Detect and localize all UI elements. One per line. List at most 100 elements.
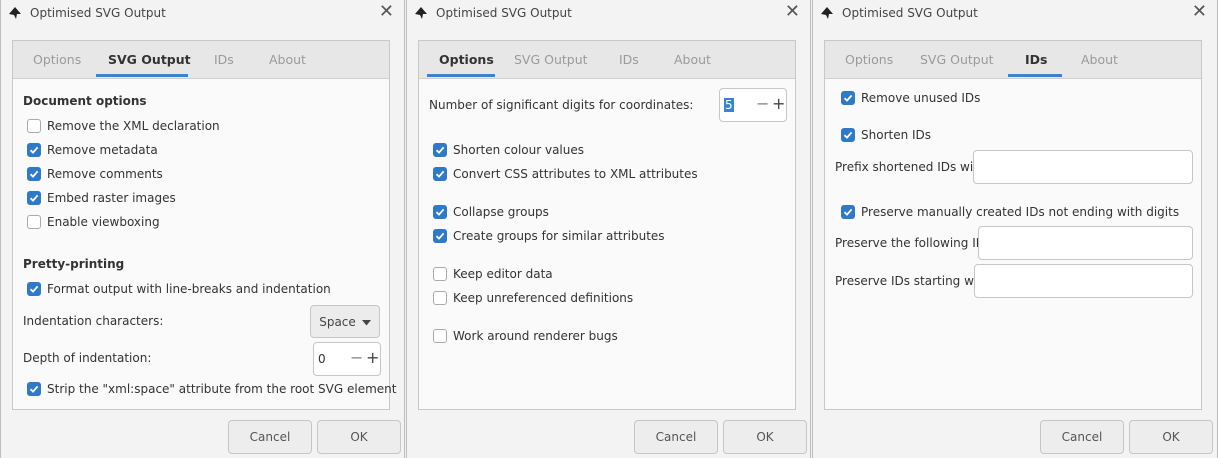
increment-button[interactable]: + <box>772 94 785 113</box>
checkbox-box[interactable] <box>433 229 447 243</box>
digits-spinbutton[interactable]: 5 − + <box>719 88 787 122</box>
depth-value[interactable]: 0 <box>318 352 326 366</box>
remove-metadata-checkbox[interactable]: Remove metadata <box>27 143 158 157</box>
tab-options[interactable]: Options <box>33 52 81 67</box>
checkbox-box[interactable] <box>433 205 447 219</box>
preserve-manual-ids-checkbox[interactable]: Preserve manually created IDs not ending… <box>841 205 1179 219</box>
tab-svg-output[interactable]: SVG Output <box>514 52 588 67</box>
tab-bar: Options SVG Output IDs About <box>419 41 795 79</box>
pretty-printing-header: Pretty-printing <box>23 257 125 271</box>
digits-label: Number of significant digits for coordin… <box>429 98 694 112</box>
caret-down-icon <box>361 315 371 329</box>
checkbox-box[interactable] <box>27 282 41 296</box>
close-icon[interactable]: ✕ <box>785 3 800 21</box>
window-title: Optimised SVG Output <box>436 6 572 20</box>
title-bar: Optimised SVG Output ✕ <box>1 0 404 26</box>
dialog-ids-tab: Optimised SVG Output ✕ Options SVG Outpu… <box>812 0 1218 458</box>
cancel-button[interactable]: Cancel <box>634 420 718 454</box>
preserve-starting-input[interactable] <box>974 264 1193 298</box>
embed-raster-images-checkbox[interactable]: Embed raster images <box>27 191 176 205</box>
window-title: Optimised SVG Output <box>842 6 978 20</box>
tab-bar: Options SVG Output IDs About <box>825 41 1201 79</box>
inkscape-icon <box>8 6 22 20</box>
checkmark-icon <box>29 285 39 293</box>
checkbox-box[interactable] <box>841 205 855 219</box>
preserve-following-input[interactable] <box>978 226 1193 260</box>
ok-button[interactable]: OK <box>723 420 807 454</box>
checkbox-label: Convert CSS attributes to XML attributes <box>453 167 698 181</box>
checkbox-box[interactable] <box>433 167 447 181</box>
keep-unreferenced-checkbox[interactable]: Keep unreferenced definitions <box>433 291 633 305</box>
title-bar: Optimised SVG Output ✕ <box>813 0 1217 26</box>
tab-svg-output[interactable]: SVG Output <box>920 52 994 67</box>
checkbox-label: Keep editor data <box>453 267 553 281</box>
cancel-button[interactable]: Cancel <box>228 420 312 454</box>
checkbox-box[interactable] <box>27 143 41 157</box>
checkbox-label: Enable viewboxing <box>47 215 160 229</box>
ok-button[interactable]: OK <box>1129 420 1213 454</box>
checkbox-box[interactable] <box>27 167 41 181</box>
checkbox-box[interactable] <box>841 128 855 142</box>
depth-label: Depth of indentation: <box>23 351 152 365</box>
checkbox-box[interactable] <box>433 291 447 305</box>
create-groups-checkbox[interactable]: Create groups for similar attributes <box>433 229 665 243</box>
checkbox-box[interactable] <box>27 119 41 133</box>
checkbox-box[interactable] <box>433 329 447 343</box>
format-output-checkbox[interactable]: Format output with line-breaks and inden… <box>27 282 331 296</box>
tab-ids[interactable]: IDs <box>214 52 234 67</box>
checkbox-label: Shorten colour values <box>453 143 585 157</box>
tab-ids[interactable]: IDs <box>619 52 639 67</box>
checkbox-label: Collapse groups <box>453 205 549 219</box>
tab-bar: Options SVG Output IDs About <box>13 41 389 79</box>
renderer-bugs-checkbox[interactable]: Work around renderer bugs <box>433 329 618 343</box>
remove-comments-checkbox[interactable]: Remove comments <box>27 167 163 181</box>
checkbox-label: Preserve manually created IDs not ending… <box>861 205 1180 219</box>
checkmark-icon <box>435 232 445 240</box>
remove-xml-declaration-checkbox[interactable]: Remove the XML declaration <box>27 119 220 133</box>
checkbox-box[interactable] <box>27 382 41 396</box>
checkbox-box[interactable] <box>433 267 447 281</box>
checkmark-icon <box>843 131 853 139</box>
keep-editor-data-checkbox[interactable]: Keep editor data <box>433 267 553 281</box>
tab-about[interactable]: About <box>269 52 306 67</box>
checkbox-label: Strip the "xml:space" attribute from the… <box>47 382 397 396</box>
prefix-label: Prefix shortened IDs with: <box>835 160 990 174</box>
decrement-button[interactable]: − <box>350 348 363 367</box>
checkbox-box[interactable] <box>27 191 41 205</box>
shorten-ids-checkbox[interactable]: Shorten IDs <box>841 128 931 142</box>
checkbox-box[interactable] <box>433 143 447 157</box>
depth-spinbutton[interactable]: 0 − + <box>313 342 381 376</box>
digits-value[interactable]: 5 <box>724 98 734 112</box>
checkbox-box[interactable] <box>27 215 41 229</box>
checkmark-icon <box>29 385 39 393</box>
tab-ids[interactable]: IDs <box>1025 52 1047 67</box>
convert-css-checkbox[interactable]: Convert CSS attributes to XML attributes <box>433 167 698 181</box>
tab-about[interactable]: About <box>674 52 711 67</box>
preserve-starting-label: Preserve IDs starting with: <box>835 274 994 288</box>
ok-button[interactable]: OK <box>317 420 401 454</box>
prefix-input[interactable] <box>973 150 1193 184</box>
active-tab-indicator <box>427 74 495 77</box>
enable-viewboxing-checkbox[interactable]: Enable viewboxing <box>27 215 160 229</box>
tab-about[interactable]: About <box>1081 52 1118 67</box>
checkmark-icon <box>29 194 39 202</box>
tab-options[interactable]: Options <box>439 52 494 67</box>
dropdown-value: Space <box>319 314 356 329</box>
decrement-button[interactable]: − <box>756 94 769 113</box>
tab-options[interactable]: Options <box>845 52 893 67</box>
remove-unused-ids-checkbox[interactable]: Remove unused IDs <box>841 91 980 105</box>
checkbox-box[interactable] <box>841 91 855 105</box>
cancel-button[interactable]: Cancel <box>1040 420 1124 454</box>
increment-button[interactable]: + <box>366 348 379 367</box>
collapse-groups-checkbox[interactable]: Collapse groups <box>433 205 549 219</box>
checkmark-icon <box>435 208 445 216</box>
indentation-dropdown[interactable]: Space <box>310 305 380 338</box>
close-icon[interactable]: ✕ <box>1192 3 1207 21</box>
shorten-colour-values-checkbox[interactable]: Shorten colour values <box>433 143 584 157</box>
checkmark-icon <box>435 170 445 178</box>
strip-xml-space-checkbox[interactable]: Strip the "xml:space" attribute from the… <box>27 382 396 396</box>
checkbox-label: Remove metadata <box>47 143 158 157</box>
checkbox-label: Embed raster images <box>47 191 176 205</box>
close-icon[interactable]: ✕ <box>379 3 394 21</box>
tab-svg-output[interactable]: SVG Output <box>108 52 191 67</box>
